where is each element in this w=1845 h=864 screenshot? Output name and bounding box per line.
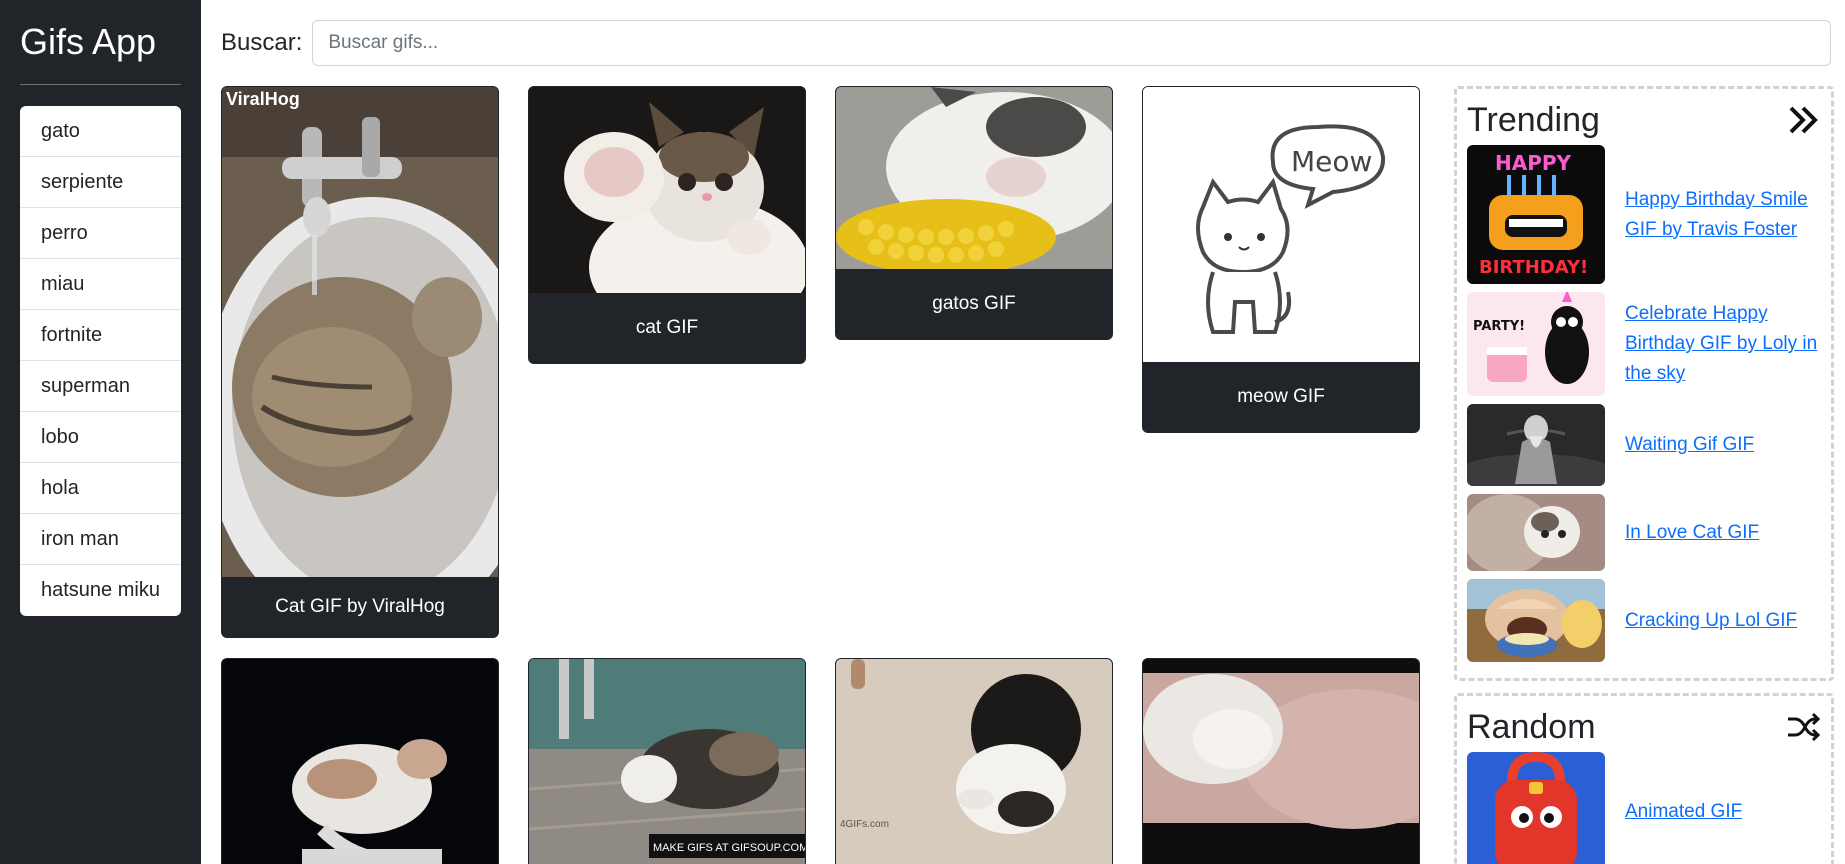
- thumb-text-happy: HAPPY: [1495, 151, 1572, 175]
- trending-item[interactable]: HAPPY BIRTHDAY! Happy Birthday Smile GIF…: [1467, 145, 1821, 284]
- trending-panel: Trending HAPPY BIRTHDAY! Happy Birthday …: [1454, 86, 1834, 681]
- gif-card[interactable]: Meow meow GIF: [1142, 86, 1420, 433]
- history-item[interactable]: superman: [20, 361, 181, 412]
- search-history-list: gato serpiente perro miau fortnite super…: [20, 106, 181, 616]
- gif-image: [529, 87, 805, 293]
- trending-thumb: PARTY!: [1467, 292, 1605, 396]
- meow-cartoon-image: Meow: [1143, 87, 1419, 362]
- gif-card[interactable]: MAKE GIFS AT GIFSOUP.COM: [528, 658, 806, 864]
- trending-link[interactable]: Celebrate Happy Birthday GIF by Loly in …: [1625, 299, 1821, 389]
- trending-link[interactable]: Waiting Gif GIF: [1625, 430, 1754, 460]
- history-item[interactable]: fortnite: [20, 310, 181, 361]
- right-panel: Trending HAPPY BIRTHDAY! Happy Birthday …: [1454, 86, 1834, 864]
- gif-image: 4GIFs.com: [836, 659, 1112, 864]
- red-bag-image: [1467, 752, 1605, 864]
- gif-card[interactable]: ViralHog Cat GIF by ViralHog: [221, 86, 499, 638]
- thumb-text-birthday: BIRTHDAY!: [1479, 257, 1588, 278]
- random-item[interactable]: Animated GIF: [1467, 752, 1821, 864]
- gif-card[interactable]: cat GIF: [528, 86, 806, 364]
- cat-blur-image: [1143, 659, 1419, 864]
- random-thumb: [1467, 752, 1605, 864]
- thumb-text-party: PARTY!: [1473, 319, 1525, 334]
- content-area: ViralHog Cat GIF by ViralHog cat GIF gat…: [221, 86, 1834, 864]
- trending-thumb: [1467, 404, 1605, 486]
- trending-item[interactable]: PARTY! Celebrate Happy Birthday GIF by L…: [1467, 292, 1821, 396]
- app-title: Gifs App: [20, 20, 181, 85]
- history-item[interactable]: iron man: [20, 514, 181, 565]
- gif-image: [836, 87, 1112, 269]
- double-chevron-right-icon[interactable]: [1785, 102, 1821, 138]
- waiting-wizard-image: [1467, 404, 1605, 486]
- search-label: Buscar:: [221, 29, 303, 56]
- gifsoup-watermark: MAKE GIFS AT GIFSOUP.COM: [653, 842, 805, 854]
- laughing-baby-image: [1467, 579, 1605, 662]
- trending-item[interactable]: Cracking Up Lol GIF: [1467, 579, 1821, 662]
- cat-jumping-image: [222, 659, 498, 864]
- gif-image: [222, 659, 498, 864]
- love-cat-image: [1467, 494, 1605, 571]
- trending-thumb: [1467, 579, 1605, 662]
- random-panel: Random Animated GIF: [1454, 693, 1834, 864]
- gif-card[interactable]: [1142, 658, 1420, 864]
- main-content: Buscar: Buscar gifs... ViralHog Cat GIF …: [201, 0, 1845, 864]
- birthday-cake-image: HAPPY BIRTHDAY!: [1467, 145, 1605, 284]
- gif-card[interactable]: 4GIFs.com: [835, 658, 1113, 864]
- cat-corn-image: [836, 87, 1112, 269]
- sidebar: Gifs App gato serpiente perro miau fortn…: [0, 0, 201, 864]
- cat-paw-image: [529, 87, 805, 293]
- viralhog-watermark: ViralHog: [226, 89, 300, 109]
- history-item[interactable]: miau: [20, 259, 181, 310]
- trending-header: Trending: [1467, 99, 1821, 141]
- gif-caption: cat GIF: [635, 317, 699, 338]
- history-item[interactable]: hatsune miku: [20, 565, 181, 616]
- gif-image: ViralHog: [222, 87, 498, 577]
- trending-thumb: HAPPY BIRTHDAY!: [1467, 145, 1605, 284]
- gif-image: Meow: [1143, 87, 1419, 362]
- random-link[interactable]: Animated GIF: [1625, 797, 1742, 827]
- cat-eating-image: 4GIFs.com: [836, 659, 1112, 864]
- meow-bubble-text: Meow: [1291, 145, 1372, 178]
- 4gifs-watermark: 4GIFs.com: [840, 819, 889, 830]
- gif-card[interactable]: gatos GIF: [835, 86, 1113, 340]
- search-bar: Buscar:: [221, 20, 1831, 66]
- app-root: Gifs App gato serpiente perro miau fortn…: [0, 0, 1845, 864]
- trending-thumb: [1467, 494, 1605, 571]
- history-item[interactable]: perro: [20, 208, 181, 259]
- cat-sink-image: ViralHog: [222, 87, 498, 577]
- gif-grid: ViralHog Cat GIF by ViralHog cat GIF gat…: [221, 86, 1424, 864]
- history-item[interactable]: hola: [20, 463, 181, 514]
- gif-caption: Cat GIF by ViralHog: [275, 596, 445, 617]
- search-input[interactable]: [312, 20, 1831, 66]
- gif-image: MAKE GIFS AT GIFSOUP.COM: [529, 659, 805, 864]
- trending-title: Trending: [1467, 100, 1600, 139]
- random-title: Random: [1467, 707, 1596, 746]
- random-header: Random: [1467, 706, 1821, 748]
- shuffle-icon[interactable]: [1785, 709, 1821, 745]
- gif-card[interactable]: [221, 658, 499, 864]
- gif-caption: gatos GIF: [932, 293, 1016, 314]
- trending-link[interactable]: In Love Cat GIF: [1625, 518, 1759, 548]
- history-item[interactable]: lobo: [20, 412, 181, 463]
- trending-item[interactable]: Waiting Gif GIF: [1467, 404, 1821, 486]
- history-item[interactable]: serpiente: [20, 157, 181, 208]
- gif-caption: meow GIF: [1237, 386, 1325, 407]
- trending-item[interactable]: In Love Cat GIF: [1467, 494, 1821, 571]
- party-cat-image: PARTY!: [1467, 292, 1605, 396]
- trending-link[interactable]: Cracking Up Lol GIF: [1625, 606, 1797, 636]
- cat-floor-image: MAKE GIFS AT GIFSOUP.COM: [529, 659, 805, 864]
- gif-image: [1143, 659, 1419, 864]
- trending-link[interactable]: Happy Birthday Smile GIF by Travis Foste…: [1625, 185, 1821, 245]
- history-item[interactable]: gato: [20, 106, 181, 157]
